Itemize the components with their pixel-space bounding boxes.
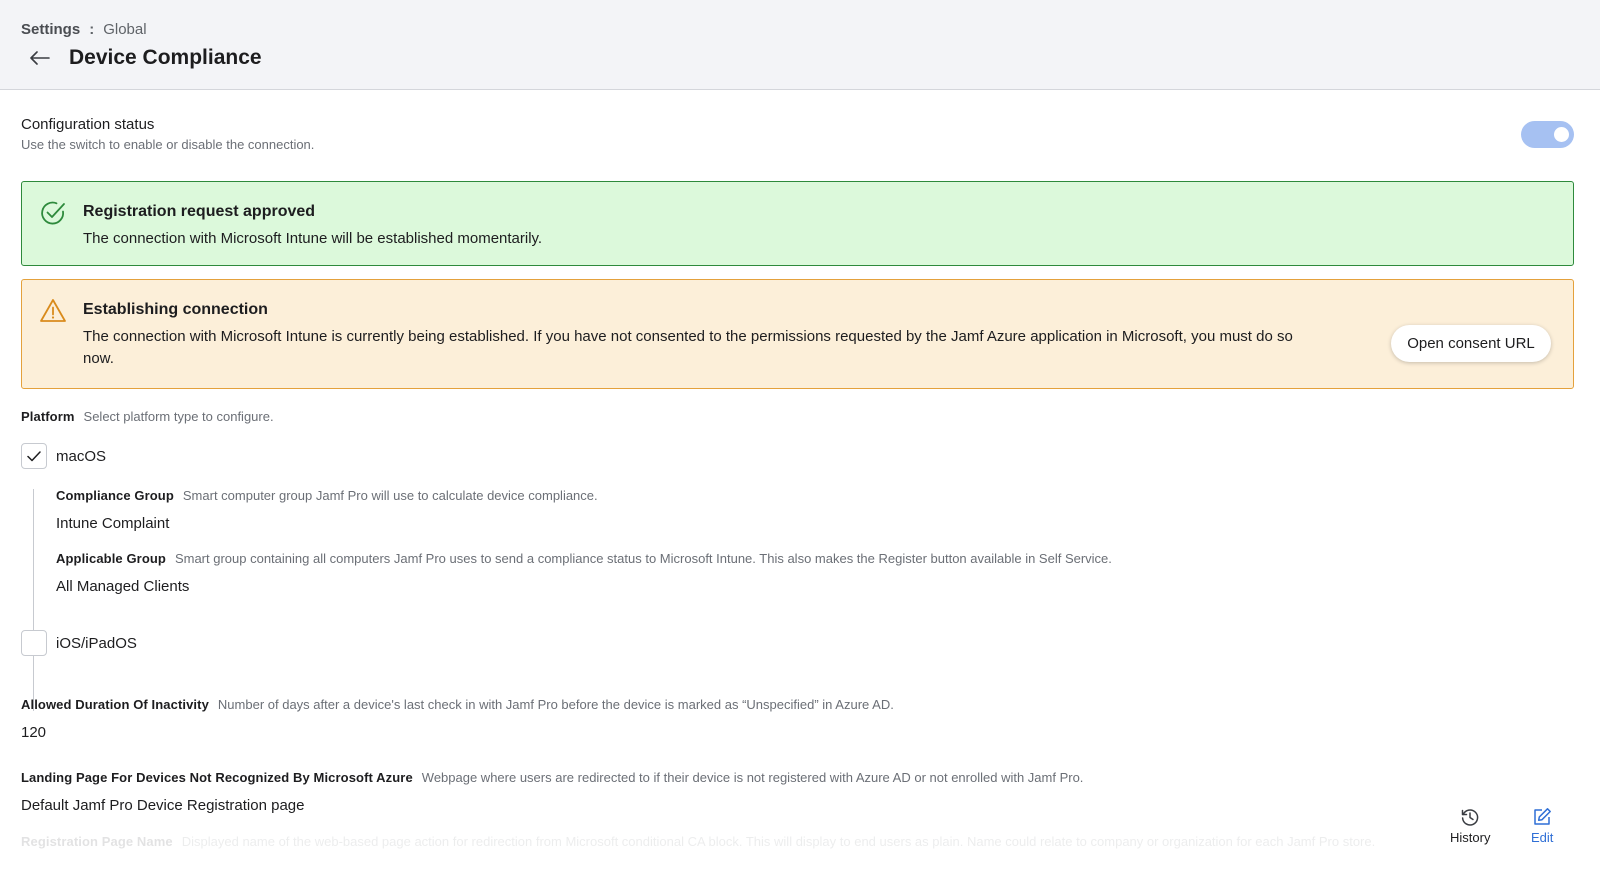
alert-success-text: The connection with Microsoft Intune wil… (83, 230, 543, 247)
applicable-group-description: Smart group containing all computers Jam… (174, 551, 1112, 566)
breadcrumb-separator: : (89, 21, 95, 38)
macos-settings-group: Compliance Group Smart computer group Ja… (33, 488, 1233, 711)
title-row: Device Compliance (28, 46, 262, 70)
alert-warning-title: Establishing connection (83, 301, 268, 318)
compliance-group-value: Intune Complaint (56, 515, 170, 532)
page-header: Settings : Global Device Compliance (0, 0, 1600, 90)
breadcrumb-settings[interactable]: Settings (21, 21, 80, 38)
applicable-group-label: Applicable Group (56, 551, 166, 566)
history-label: History (1450, 830, 1491, 845)
applicable-group-value: All Managed Clients (56, 578, 190, 595)
platform-label: Platform (21, 409, 75, 424)
registration-page-header: Registration Page Name Displayed name of… (21, 834, 1375, 849)
config-status-toggle[interactable] (1521, 121, 1574, 148)
configuration-status: Configuration status Use the switch to e… (21, 116, 314, 152)
history-button[interactable]: History (1450, 807, 1490, 845)
inactivity-value: 120 (21, 724, 47, 741)
edit-label: Edit (1531, 830, 1554, 845)
back-button[interactable] (28, 46, 52, 70)
inactivity-header: Allowed Duration Of Inactivity Number of… (21, 697, 894, 712)
registration-page-label: Registration Page Name (21, 834, 173, 849)
edit-button[interactable]: Edit (1531, 807, 1553, 845)
compliance-group-label: Compliance Group (56, 488, 174, 503)
compliance-group-description: Smart computer group Jamf Pro will use t… (182, 488, 598, 503)
edit-pencil-icon (1534, 808, 1552, 825)
config-status-title: Configuration status (21, 116, 155, 133)
ios-label: iOS/iPadOS (56, 634, 137, 652)
open-consent-url-button[interactable]: Open consent URL (1391, 325, 1551, 362)
compliance-group-header: Compliance Group Smart computer group Ja… (56, 488, 598, 503)
platform-description: Select platform type to configure. (83, 409, 274, 424)
inactivity-label: Allowed Duration Of Inactivity (21, 697, 209, 712)
checkmark-icon (27, 450, 41, 461)
history-clock-icon (1461, 809, 1479, 826)
alert-success-title: Registration request approved (83, 203, 316, 220)
page-title: Device Compliance (69, 46, 262, 69)
landing-page-label: Landing Page For Devices Not Recognized … (21, 770, 413, 785)
alert-registration-approved: Registration request approved The connec… (21, 181, 1574, 266)
alert-establishing-connection: Establishing connection The connection w… (21, 279, 1574, 389)
platform-header: Platform Select platform type to configu… (21, 409, 274, 424)
config-status-description: Use the switch to enable or disable the … (21, 137, 315, 152)
landing-page-value: Default Jamf Pro Device Registration pag… (21, 797, 305, 814)
check-circle-icon (41, 201, 65, 225)
alert-warning-text: The connection with Microsoft Intune is … (83, 328, 1293, 367)
ios-checkbox[interactable] (21, 630, 47, 656)
platform-option-ios[interactable]: iOS/iPadOS (21, 630, 137, 656)
macos-checkbox[interactable] (21, 443, 47, 469)
breadcrumb-global: Global (103, 21, 147, 38)
applicable-group-header: Applicable Group Smart group containing … (56, 551, 1112, 566)
landing-page-description: Webpage where users are redirected to if… (421, 770, 1084, 785)
breadcrumb: Settings : Global (21, 21, 147, 38)
landing-page-header: Landing Page For Devices Not Recognized … (21, 770, 1083, 785)
macos-label: macOS (56, 447, 107, 465)
toggle-knob (1554, 127, 1569, 142)
registration-page-description: Displayed name of the web-based page act… (181, 834, 1376, 849)
arrow-left-icon (30, 51, 50, 65)
platform-option-macos[interactable]: macOS (21, 443, 106, 469)
warning-triangle-icon (40, 299, 66, 322)
inactivity-description: Number of days after a device's last che… (217, 697, 894, 712)
main-content: Configuration status Use the switch to e… (0, 90, 1600, 881)
